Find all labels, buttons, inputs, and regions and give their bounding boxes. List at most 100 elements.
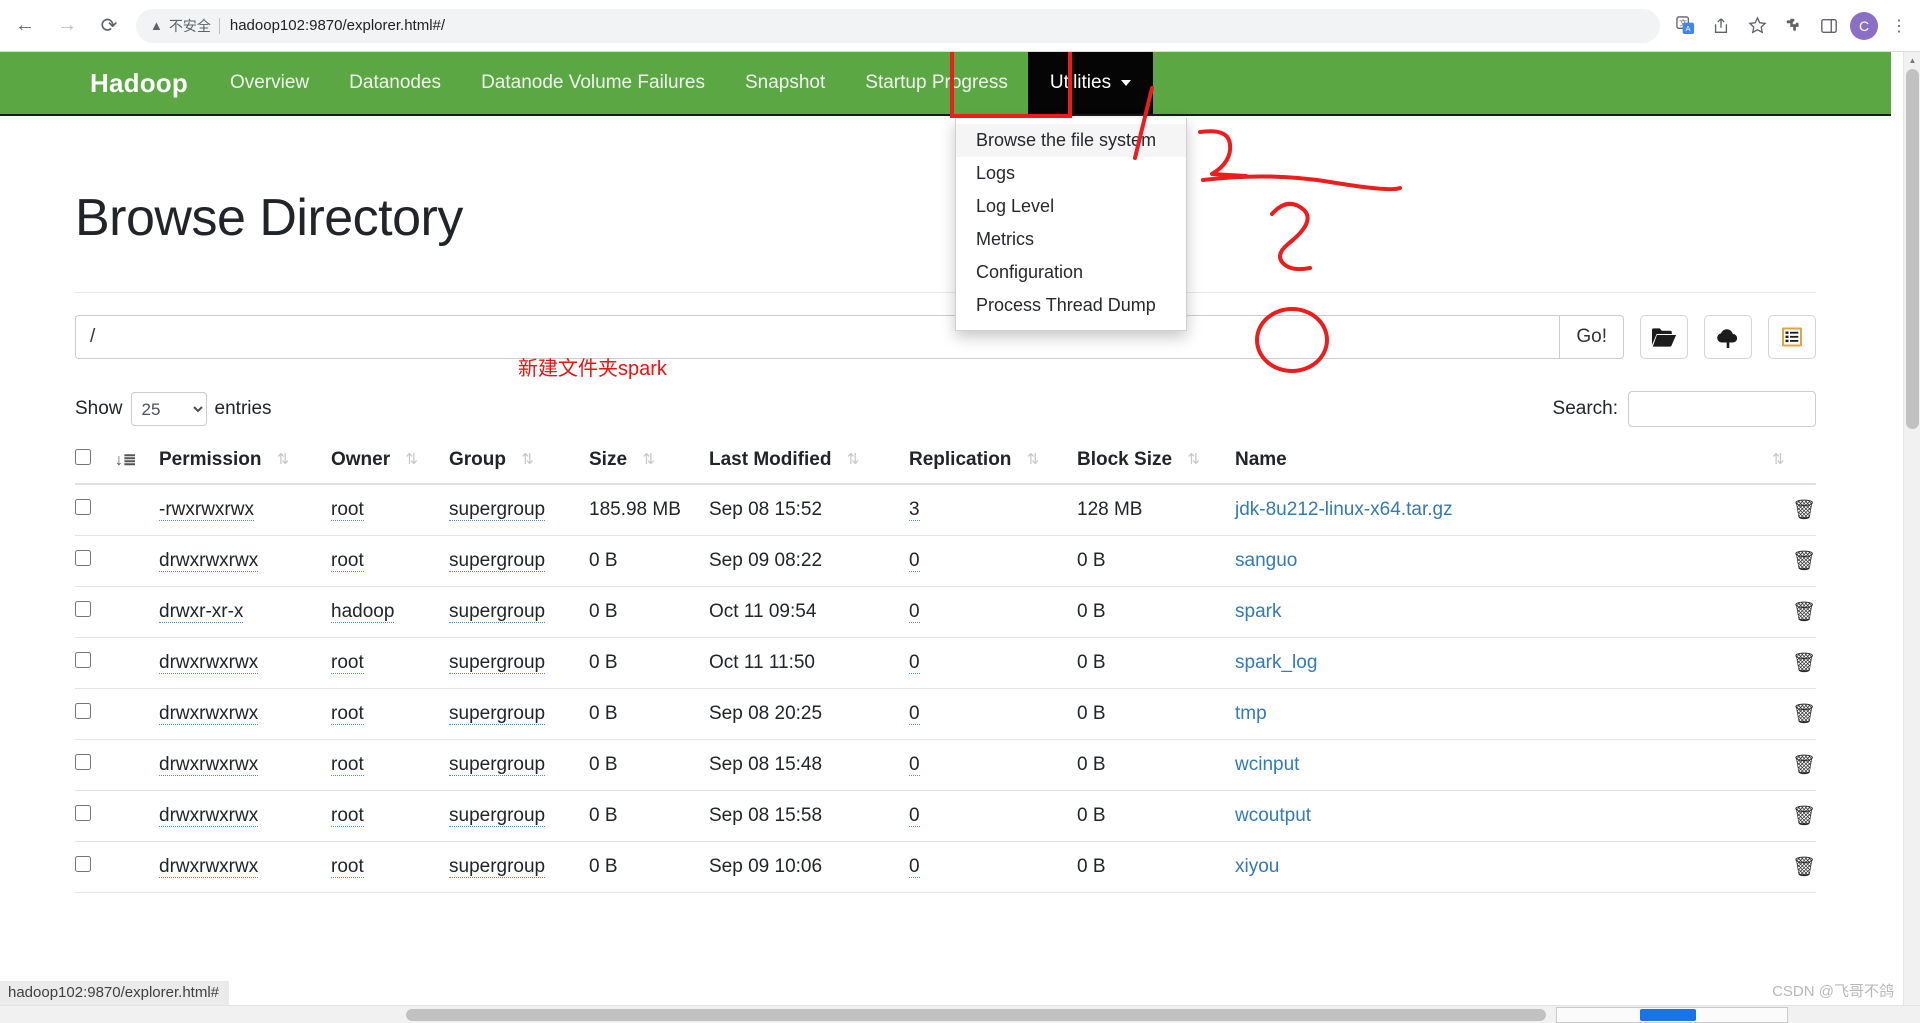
row-actions-cell[interactable]: 🗑 [1762, 484, 1816, 536]
row-select-cell[interactable] [75, 484, 115, 536]
menu-item-process-thread-dump[interactable]: Process Thread Dump [956, 289, 1186, 322]
new-folder-button[interactable] [1640, 315, 1688, 359]
trash-icon[interactable]: 🗑 [1792, 857, 1816, 878]
star-icon[interactable] [1742, 11, 1772, 41]
cell-name[interactable]: wcinput [1235, 739, 1762, 791]
cell-name[interactable]: spark_log [1235, 637, 1762, 689]
upload-button[interactable] [1704, 315, 1752, 359]
row-select-cell[interactable] [75, 688, 115, 740]
row-select-cell[interactable] [75, 790, 115, 842]
cell-replication-value[interactable]: 0 [909, 856, 920, 878]
cell-permission[interactable]: drwxr-xr-x [159, 586, 331, 638]
cell-group-value[interactable]: supergroup [449, 601, 546, 623]
cell-replication[interactable]: 0 [909, 790, 1077, 842]
cell-name-value[interactable]: sanguo [1235, 550, 1297, 571]
cell-group[interactable]: supergroup [449, 637, 589, 689]
cell-replication[interactable]: 3 [909, 484, 1077, 536]
nav-overview[interactable]: Overview [210, 52, 329, 114]
cell-permission[interactable]: drwxrwxrwx [159, 637, 331, 689]
cell-group[interactable]: supergroup [449, 790, 589, 842]
menu-item-metrics[interactable]: Metrics [956, 223, 1186, 256]
cell-name[interactable]: tmp [1235, 688, 1762, 740]
cell-group[interactable]: supergroup [449, 535, 589, 587]
horizontal-scrollbar[interactable] [0, 1005, 1920, 1023]
cell-name[interactable]: spark [1235, 586, 1762, 638]
cell-permission-value[interactable]: drwxrwxrwx [159, 754, 259, 776]
cell-group[interactable]: supergroup [449, 688, 589, 740]
trash-icon[interactable]: 🗑 [1792, 704, 1816, 725]
cell-group-value[interactable]: supergroup [449, 550, 546, 572]
cell-owner-value[interactable]: hadoop [331, 601, 395, 623]
cell-permission-value[interactable]: drwxrwxrwx [159, 652, 259, 674]
header-permission[interactable]: Permission ⇅ [159, 441, 331, 485]
menu-item-logs[interactable]: Logs [956, 157, 1186, 190]
cell-name[interactable]: xiyou [1235, 841, 1762, 893]
trash-icon[interactable]: 🗑 [1792, 551, 1816, 572]
back-icon[interactable]: ← [8, 9, 42, 43]
cell-replication[interactable]: 0 [909, 586, 1077, 638]
scroll-up-icon[interactable]: ▲ [1904, 52, 1920, 69]
header-last-modified[interactable]: Last Modified ⇅ [709, 441, 909, 485]
cell-group[interactable]: supergroup [449, 586, 589, 638]
search-input[interactable] [1628, 391, 1816, 427]
trash-icon[interactable]: 🗑 [1792, 602, 1816, 623]
row-checkbox[interactable] [75, 601, 91, 617]
row-actions-cell[interactable]: 🗑 [1762, 535, 1816, 587]
vertical-scrollbar-thumb[interactable] [1906, 69, 1919, 429]
cell-owner-value[interactable]: root [331, 754, 364, 776]
header-owner[interactable]: Owner ⇅ [331, 441, 449, 485]
cell-owner[interactable]: root [331, 637, 449, 689]
nav-datanodes[interactable]: Datanodes [329, 52, 461, 114]
header-replication[interactable]: Replication ⇅ [909, 441, 1077, 485]
cell-permission[interactable]: drwxrwxrwx [159, 535, 331, 587]
trash-icon[interactable]: 🗑 [1792, 755, 1816, 776]
cell-replication-value[interactable]: 0 [909, 601, 920, 623]
translate-icon[interactable]: 文A [1670, 11, 1700, 41]
row-select-cell[interactable] [75, 637, 115, 689]
cell-name-value[interactable]: spark_log [1235, 652, 1317, 673]
select-all-checkbox[interactable] [75, 449, 91, 465]
cell-group-value[interactable]: supergroup [449, 856, 546, 878]
row-select-cell[interactable] [75, 739, 115, 791]
cell-owner[interactable]: root [331, 535, 449, 587]
cell-replication-value[interactable]: 0 [909, 703, 920, 725]
go-button[interactable]: Go! [1559, 315, 1624, 359]
cell-owner[interactable]: root [331, 790, 449, 842]
cell-replication[interactable]: 0 [909, 739, 1077, 791]
cell-owner[interactable]: root [331, 841, 449, 893]
cell-replication-value[interactable]: 3 [909, 499, 920, 521]
cell-permission-value[interactable]: drwxrwxrwx [159, 550, 259, 572]
row-checkbox[interactable] [75, 652, 91, 668]
cell-replication[interactable]: 0 [909, 841, 1077, 893]
cell-owner[interactable]: root [331, 739, 449, 791]
row-checkbox[interactable] [75, 856, 91, 872]
row-actions-cell[interactable]: 🗑 [1762, 637, 1816, 689]
row-checkbox[interactable] [75, 550, 91, 566]
entries-select[interactable]: 25 50 100 [130, 392, 207, 426]
nav-datanode-volume-failures[interactable]: Datanode Volume Failures [461, 52, 725, 114]
nav-startup-progress[interactable]: Startup Progress [845, 52, 1028, 114]
row-actions-cell[interactable]: 🗑 [1762, 688, 1816, 740]
cell-replication-value[interactable]: 0 [909, 652, 920, 674]
header-name[interactable]: Name [1235, 441, 1762, 485]
cell-permission[interactable]: drwxrwxrwx [159, 841, 331, 893]
cell-group[interactable]: supergroup [449, 739, 589, 791]
header-block-size[interactable]: Block Size ⇅ [1077, 441, 1235, 485]
cell-name-value[interactable]: wcoutput [1235, 805, 1311, 826]
path-input[interactable] [75, 315, 1560, 359]
cell-owner-value[interactable]: root [331, 703, 364, 725]
cell-owner[interactable]: hadoop [331, 586, 449, 638]
row-checkbox[interactable] [75, 754, 91, 770]
cell-replication-value[interactable]: 0 [909, 805, 920, 827]
brand-hadoop[interactable]: Hadoop [0, 52, 210, 114]
cell-permission-value[interactable]: drwxrwxrwx [159, 856, 259, 878]
cell-permission-value[interactable]: drwxrwxrwx [159, 805, 259, 827]
puzzle-icon[interactable] [1778, 11, 1808, 41]
header-size[interactable]: Size ⇅ [589, 441, 709, 485]
trash-icon[interactable]: 🗑 [1792, 653, 1816, 674]
menu-item-browse-the-file-system[interactable]: Browse the file system [956, 124, 1186, 157]
cell-permission-value[interactable]: -rwxrwxrwx [159, 499, 254, 521]
cell-group-value[interactable]: supergroup [449, 652, 546, 674]
cell-name-value[interactable]: jdk-8u212-linux-x64.tar.gz [1235, 499, 1453, 520]
row-select-cell[interactable] [75, 586, 115, 638]
